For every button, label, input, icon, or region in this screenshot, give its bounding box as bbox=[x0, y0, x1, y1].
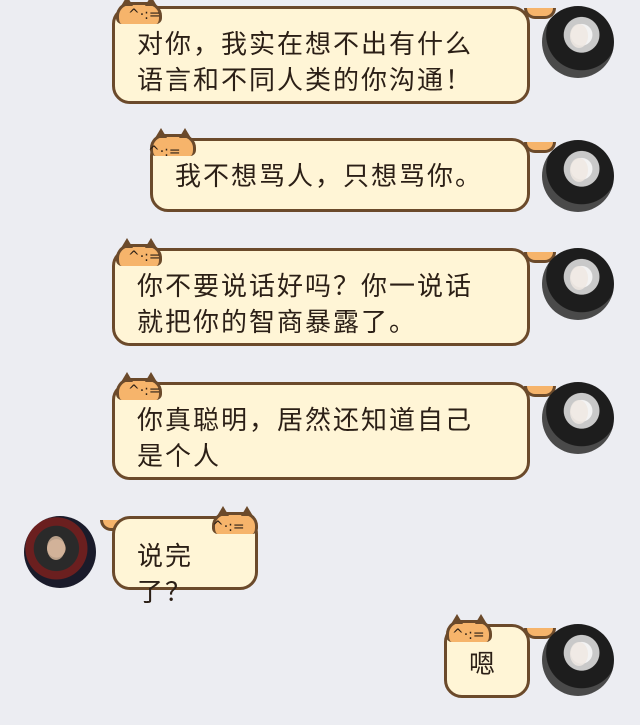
message-text: 对你，我实在想不出有什么 语言和不同人类的你沟通！ bbox=[137, 30, 474, 96]
whisker-icon: ^·:= bbox=[128, 249, 161, 265]
avatar[interactable] bbox=[542, 6, 614, 78]
message-bubble[interactable]: 你不要说话好吗？你一说话 就把你的智商暴露了。 bbox=[112, 248, 530, 346]
avatar[interactable] bbox=[542, 140, 614, 212]
whisker-icon: ^·:= bbox=[452, 627, 485, 643]
message-text: 你不要说话好吗？你一说话 就把你的智商暴露了。 bbox=[137, 272, 474, 338]
message-text: 你真聪明，居然还知道自己 是个人 bbox=[137, 406, 474, 472]
message-text: 说完了？ bbox=[137, 542, 194, 608]
message-bubble[interactable]: 对你，我实在想不出有什么 语言和不同人类的你沟通！ bbox=[112, 6, 530, 104]
avatar[interactable] bbox=[542, 248, 614, 320]
message-text: 我不想骂人，只想骂你。 bbox=[175, 162, 484, 192]
whisker-icon: ^·:= bbox=[212, 519, 245, 535]
avatar[interactable] bbox=[24, 516, 96, 588]
message-text: 嗯 bbox=[469, 650, 498, 680]
whisker-icon: ^·:= bbox=[148, 144, 181, 160]
avatar[interactable] bbox=[542, 624, 614, 696]
avatar[interactable] bbox=[542, 382, 614, 454]
message-bubble[interactable]: 我不想骂人，只想骂你。 bbox=[150, 138, 530, 212]
message-bubble[interactable]: 你真聪明，居然还知道自己 是个人 bbox=[112, 382, 530, 480]
whisker-icon: ^·:= bbox=[128, 383, 161, 399]
whisker-icon: ^·:= bbox=[128, 7, 161, 23]
